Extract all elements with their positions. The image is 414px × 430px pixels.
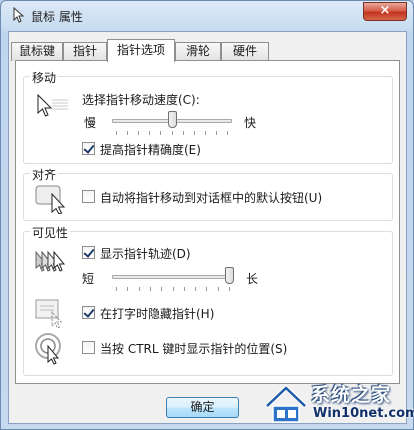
slider-tick (172, 287, 174, 291)
window-title: 鼠标 属性 (31, 10, 83, 24)
slider-tick (161, 287, 163, 291)
speed-slider-thumb[interactable] (167, 111, 177, 128)
house-logo-icon (265, 385, 307, 423)
snap-to-button-icon (35, 185, 66, 214)
mouse-properties-window: 鼠标 属性 × 鼠标键 指针 指针选项 滑轮 硬件 移动 选择指针移动速度(C)… (0, 0, 414, 430)
snap-to-group-label: 对齐 (30, 166, 59, 183)
precision-checkbox[interactable] (82, 142, 95, 155)
trails-slider-track (112, 275, 234, 279)
slider-tick (183, 287, 185, 291)
slider-tick (149, 131, 151, 135)
tab-wheel[interactable]: 滑轮 (175, 42, 221, 61)
slider-tick (160, 131, 162, 135)
hide-typing-checkbox[interactable] (82, 306, 95, 319)
trails-checkbox[interactable] (82, 246, 95, 259)
fast-label: 快 (244, 116, 257, 130)
hide-pointer-icon (35, 299, 63, 329)
ok-button[interactable]: 确定 (166, 397, 239, 418)
slider-tick (217, 287, 219, 291)
ctrl-locate-label[interactable]: 当按 CTRL 键时显示指针的位置(S) (100, 340, 287, 357)
slider-tick (127, 287, 129, 291)
precision-label[interactable]: 提高指针精确度(E) (100, 141, 201, 158)
slider-tick (195, 287, 197, 291)
title-bar[interactable]: 鼠标 属性 × (1, 1, 413, 31)
slider-tick (138, 287, 140, 291)
tab-hardware[interactable]: 硬件 (221, 42, 269, 61)
motion-group: 移动 选择指针移动速度(C): 慢 快 提高指针精确度(E) (23, 69, 393, 164)
tab-pointer-options[interactable]: 指针选项 (107, 39, 175, 62)
slider-tick (182, 131, 184, 135)
slider-tick (116, 131, 117, 135)
motion-group-label: 移动 (30, 69, 59, 86)
pointer-speed-icon (37, 93, 68, 117)
slow-label: 慢 (84, 116, 97, 130)
slider-tick (127, 131, 129, 135)
watermark-title: 系统之家 (311, 384, 392, 406)
long-label: 长 (246, 272, 259, 286)
trails-label[interactable]: 显示指针轨迹(D) (100, 245, 191, 262)
slider-tick (227, 131, 228, 135)
ctrl-locate-checkbox[interactable] (82, 341, 95, 354)
speed-label: 选择指针移动速度(C): (82, 93, 200, 107)
site-watermark: 系统之家 Win10net.com (259, 378, 414, 430)
slider-tick (204, 131, 206, 135)
tab-pointers[interactable]: 指针 (63, 42, 107, 61)
pointer-options-panel: 移动 选择指针移动速度(C): 慢 快 提高指针精确度(E) 对齐 自动将指针移… (15, 60, 400, 384)
watermark-url: Win10net.com (313, 406, 414, 421)
snap-to-group: 对齐 自动将指针移动到对话框中的默认按钮(U) (23, 166, 393, 221)
slider-tick (206, 287, 208, 291)
snap-to-label[interactable]: 自动将指针移动到对话框中的默认按钮(U) (100, 189, 322, 206)
snap-to-checkbox[interactable] (82, 190, 95, 203)
hide-typing-label[interactable]: 在打字时隐藏指针(H) (100, 305, 214, 322)
slider-tick (215, 131, 217, 135)
slider-tick (149, 287, 151, 291)
pointer-trails-icon (35, 250, 66, 272)
tab-buttons[interactable]: 鼠标键 (11, 42, 63, 61)
mouse-pointer-icon (13, 7, 25, 23)
visibility-group-label: 可见性 (30, 224, 71, 241)
visibility-group: 可见性 显示指针轨迹(D) 短 长 在打字时隐藏指针(H) 当按 CTRL 键时… (23, 224, 393, 376)
short-label: 短 (82, 272, 95, 286)
slider-tick (193, 131, 195, 135)
slider-tick (138, 131, 140, 135)
trails-slider-thumb[interactable] (225, 267, 234, 284)
slider-tick (229, 287, 230, 291)
slider-tick (171, 131, 173, 135)
slider-tick (116, 287, 117, 291)
close-button[interactable]: × (363, 2, 407, 21)
ctrl-locate-icon (35, 333, 61, 365)
